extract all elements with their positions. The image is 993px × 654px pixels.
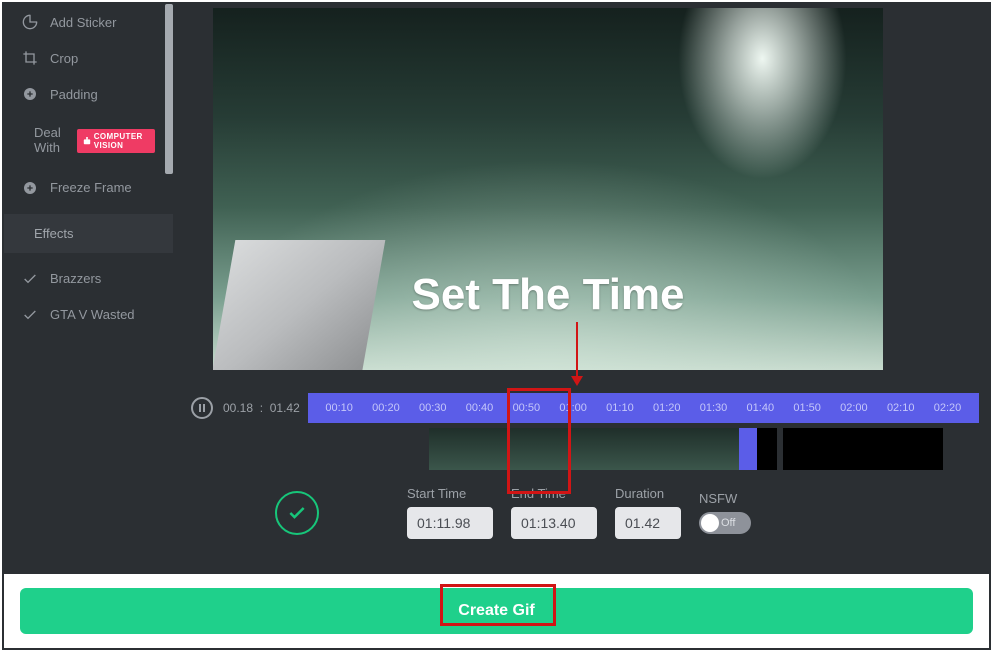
robot-icon	[83, 137, 91, 145]
tick: 01:10	[597, 402, 644, 414]
field-label: NSFW	[699, 491, 751, 506]
sidebar-label: GTA V Wasted	[50, 307, 135, 322]
tick: 01:20	[643, 402, 690, 414]
tick: 00:40	[456, 402, 503, 414]
clip-segment[interactable]	[429, 428, 739, 470]
sidebar-item-add-sticker[interactable]: Add Sticker	[4, 4, 173, 40]
pause-icon	[199, 404, 205, 412]
thumbnail-strip[interactable]	[173, 428, 989, 476]
check-icon	[22, 271, 38, 287]
field-label: Start Time	[407, 486, 493, 501]
clip-segment[interactable]	[783, 428, 943, 470]
video-preview[interactable]: Set The Time	[213, 8, 883, 370]
plus-circle-icon	[22, 180, 38, 196]
sidebar-item-brazzers[interactable]: Brazzers	[4, 261, 173, 297]
timeline-ruler[interactable]: 00:10 00:20 00:30 00:40 00:50 01:00 01:1…	[308, 393, 979, 423]
tick: 01:40	[737, 402, 784, 414]
computer-vision-badge: COMPUTER VISION	[77, 129, 155, 153]
field-label: End Time	[511, 486, 597, 501]
sidebar: Add Sticker Crop Padding	[4, 4, 173, 574]
clip-segment[interactable]	[757, 428, 777, 470]
sticker-icon	[22, 14, 38, 30]
sidebar-item-freeze-frame[interactable]: Freeze Frame	[4, 170, 173, 206]
sidebar-scrollbar[interactable]	[165, 4, 173, 174]
sidebar-item-crop[interactable]: Crop	[4, 40, 173, 76]
controls-row: Start Time End Time Duration NSFW Off	[173, 476, 989, 555]
plus-circle-icon	[22, 86, 38, 102]
sidebar-label: Deal	[34, 126, 61, 141]
crop-icon	[22, 50, 38, 66]
end-time-field: End Time	[511, 486, 597, 539]
field-label: Duration	[615, 486, 681, 501]
sidebar-label: Add Sticker	[50, 15, 116, 30]
nsfw-field: NSFW Off	[699, 491, 751, 534]
editor-panel: Add Sticker Crop Padding	[4, 4, 989, 574]
sidebar-label: With	[34, 141, 61, 156]
selection-segment[interactable]	[739, 428, 757, 470]
annotation-title: Set The Time	[411, 270, 684, 320]
tick: 02:20	[924, 402, 971, 414]
tick: 01:30	[690, 402, 737, 414]
sidebar-label: Freeze Frame	[50, 180, 132, 195]
pause-button[interactable]	[191, 397, 213, 419]
tick: 02:10	[877, 402, 924, 414]
time-readout: 00.18 : 01.42	[223, 401, 300, 415]
total-time: 01.42	[270, 401, 300, 415]
sidebar-item-gta-wasted[interactable]: GTA V Wasted	[4, 297, 173, 333]
current-time: 00.18	[223, 401, 253, 415]
tick: 00:20	[363, 402, 410, 414]
create-row: Create Gif	[4, 574, 989, 644]
tick: 00:30	[409, 402, 456, 414]
tick: 00:10	[316, 402, 363, 414]
sidebar-item-padding[interactable]: Padding	[4, 76, 173, 112]
confirm-button[interactable]	[275, 491, 319, 535]
tick: 01:50	[784, 402, 831, 414]
toggle-state: Off	[721, 517, 735, 529]
nsfw-toggle[interactable]: Off	[699, 512, 751, 534]
tick: 00:50	[503, 402, 550, 414]
create-gif-label: Create Gif	[458, 602, 534, 619]
duration-input[interactable]	[615, 507, 681, 539]
annotation-arrow	[576, 322, 578, 384]
tick: 02:00	[831, 402, 878, 414]
end-time-input[interactable]	[511, 507, 597, 539]
sidebar-header-label: Effects	[34, 226, 74, 241]
sidebar-label: Padding	[50, 87, 98, 102]
badge-label: COMPUTER VISION	[94, 132, 149, 150]
start-time-field: Start Time	[407, 486, 493, 539]
create-gif-button[interactable]: Create Gif	[20, 588, 973, 634]
sidebar-item-deal-with[interactable]: Deal With COMPUTER VISION	[4, 120, 173, 170]
check-icon	[287, 503, 307, 523]
sidebar-header-effects[interactable]: Effects	[4, 214, 173, 253]
sidebar-label: Crop	[50, 51, 78, 66]
timeline: 00.18 : 01.42 00:10 00:20 00:30 00:40 00…	[173, 380, 989, 428]
check-icon	[22, 307, 38, 323]
start-time-input[interactable]	[407, 507, 493, 539]
main-panel: Set The Time 00.18 : 01.42 00:10 00:20 0…	[173, 4, 989, 574]
duration-field: Duration	[615, 486, 681, 539]
toggle-knob	[701, 514, 719, 532]
tick: 01:00	[550, 402, 597, 414]
sidebar-label: Brazzers	[50, 271, 101, 286]
